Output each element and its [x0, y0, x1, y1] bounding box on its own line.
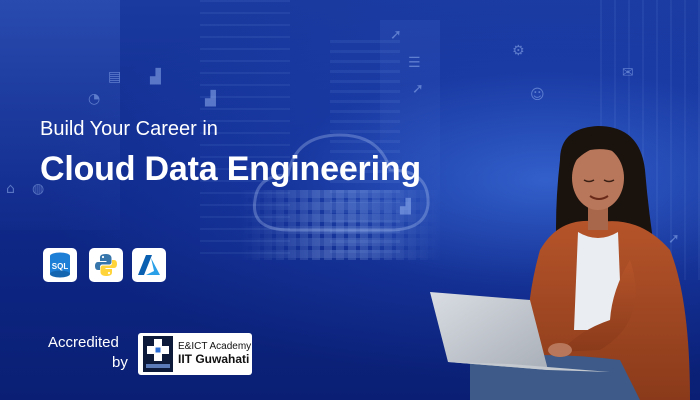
student-with-laptop-photo: [430, 126, 690, 400]
course-banner: ▟ ◔ ▤ ⌂ ◍ ➚ ➚ ☰ ☺ ⚙ ▟ ✉ ➚ ▟ Build Your C…: [0, 0, 700, 400]
